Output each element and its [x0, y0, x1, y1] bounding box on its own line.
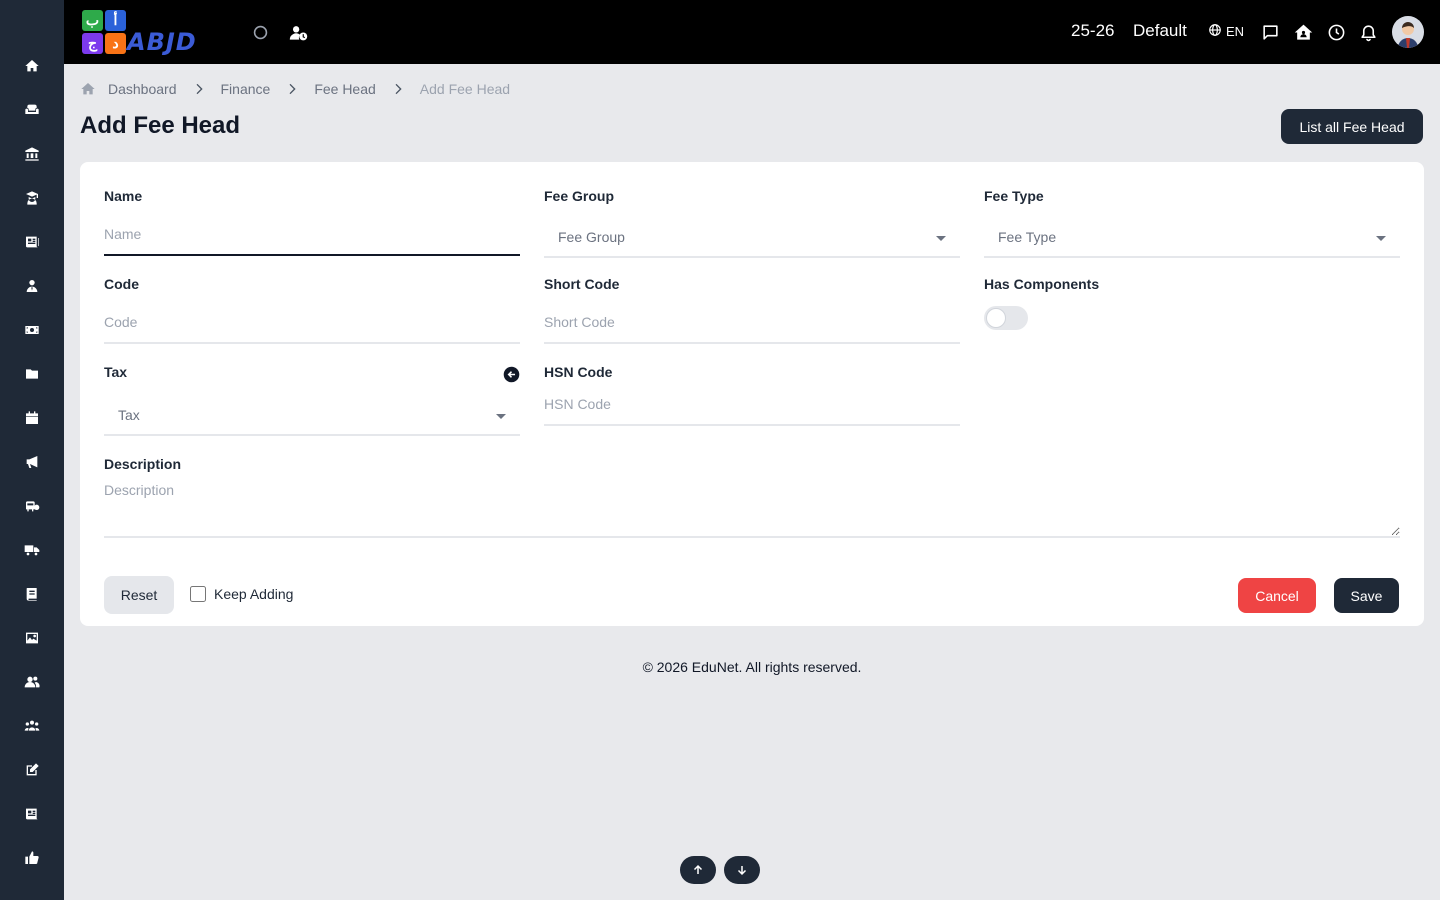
book-icon[interactable]: [22, 584, 42, 604]
bell-icon[interactable]: [1356, 20, 1380, 44]
tax-label: Tax: [104, 364, 128, 380]
people-group-icon[interactable]: [22, 716, 42, 736]
description-field: Description: [104, 456, 1400, 538]
arrow-left-circle-icon[interactable]: [503, 366, 520, 383]
circle-icon[interactable]: [248, 20, 272, 44]
fee-type-value: Fee Type: [998, 229, 1057, 245]
thumbs-up-icon[interactable]: [22, 848, 42, 868]
scroll-up-button[interactable]: [680, 856, 716, 884]
caret-down-icon: [936, 236, 946, 241]
tax-field: Tax Tax: [104, 364, 520, 436]
topbar: ب أ ج د ABJD 25-26 Default EN: [64, 0, 1440, 64]
name-input[interactable]: [104, 218, 520, 256]
has-components-field: Has Components: [984, 276, 1400, 330]
page-title: Add Fee Head: [80, 112, 241, 139]
folder-icon[interactable]: [22, 364, 42, 384]
image-icon[interactable]: [22, 628, 42, 648]
code-field: Code: [104, 276, 520, 344]
users-icon[interactable]: [22, 672, 42, 692]
has-components-label: Has Components: [984, 276, 1100, 292]
keep-adding-checkbox[interactable]: [190, 586, 206, 602]
hsn-code-label: HSN Code: [544, 364, 613, 380]
keep-adding-option[interactable]: Keep Adding: [190, 586, 293, 602]
user-tie-icon[interactable]: [22, 276, 42, 296]
calendar-icon[interactable]: [22, 408, 42, 428]
fee-group-select[interactable]: Fee Group: [544, 218, 960, 258]
description-label: Description: [104, 456, 182, 472]
breadcrumb-current: Add Fee Head: [419, 81, 511, 97]
chat-icon[interactable]: [1258, 20, 1282, 44]
clock-icon[interactable]: [1324, 20, 1348, 44]
description-textarea[interactable]: [104, 478, 1400, 538]
code-label: Code: [104, 276, 139, 292]
tax-value: Tax: [118, 407, 140, 423]
sofa-icon[interactable]: [22, 100, 42, 120]
app-logo[interactable]: ب أ ج د ABJD: [80, 8, 225, 56]
chevron-right-icon: [390, 81, 406, 97]
arrow-up-icon: [693, 864, 703, 874]
fee-type-select[interactable]: Fee Type: [984, 218, 1400, 258]
bus-icon[interactable]: [22, 496, 42, 516]
footer-copyright: © 2026 EduNet. All rights reserved.: [642, 659, 862, 675]
caret-down-icon: [1376, 236, 1386, 241]
list-all-fee-head-button[interactable]: List all Fee Head: [1281, 109, 1423, 144]
avatar-icon: [1392, 16, 1424, 48]
has-components-toggle[interactable]: [984, 306, 1028, 330]
globe-icon: [1208, 23, 1222, 40]
sidebar: [0, 0, 64, 900]
short-code-label: Short Code: [544, 276, 620, 292]
short-code-input[interactable]: [544, 306, 960, 344]
breadcrumb: Dashboard Finance Fee Head Add Fee Head: [80, 81, 510, 97]
fee-type-label: Fee Type: [984, 188, 1044, 204]
home-icon[interactable]: [22, 56, 42, 76]
breadcrumb-dashboard[interactable]: Dashboard: [108, 81, 177, 97]
keep-adding-label: Keep Adding: [214, 586, 294, 602]
house-user-icon[interactable]: [1291, 20, 1315, 44]
arrow-down-icon: [737, 866, 747, 876]
tax-select[interactable]: Tax: [104, 396, 520, 436]
short-code-field: Short Code: [544, 276, 960, 344]
megaphone-icon[interactable]: [22, 452, 42, 472]
name-field: Name: [104, 188, 520, 256]
hsn-code-input[interactable]: [544, 388, 960, 426]
fee-head-form: Name Fee Group Fee Group Fee Type Fee Ty…: [80, 162, 1424, 626]
logo-tile: د: [105, 33, 126, 54]
bank-icon[interactable]: [22, 144, 42, 164]
scroll-down-button[interactable]: [724, 856, 760, 884]
toggle-knob: [986, 308, 1006, 328]
session-selector[interactable]: 25-26: [1071, 21, 1114, 41]
chevron-right-icon: [284, 81, 300, 97]
newspaper-icon[interactable]: [22, 804, 42, 824]
name-label: Name: [104, 188, 143, 204]
truck-icon[interactable]: [22, 540, 42, 560]
reset-button[interactable]: Reset: [104, 576, 174, 614]
fee-group-label: Fee Group: [544, 188, 615, 204]
logo-text: ABJD: [127, 28, 197, 56]
graduate-icon[interactable]: [22, 188, 42, 208]
edit-icon[interactable]: [22, 760, 42, 780]
fee-group-value: Fee Group: [558, 229, 625, 245]
branch-selector[interactable]: Default: [1133, 21, 1187, 41]
user-avatar[interactable]: [1392, 16, 1424, 48]
cancel-button[interactable]: Cancel: [1238, 578, 1316, 613]
logo-tile: ج: [82, 33, 103, 54]
home-icon[interactable]: [80, 81, 96, 97]
breadcrumb-fee-head[interactable]: Fee Head: [314, 81, 375, 97]
hsn-code-field: HSN Code: [544, 364, 960, 426]
breadcrumb-finance[interactable]: Finance: [221, 81, 271, 97]
logo-tile: ب: [82, 10, 103, 31]
fee-group-field: Fee Group Fee Group: [544, 188, 960, 258]
language-label: EN: [1226, 24, 1245, 39]
save-button[interactable]: Save: [1334, 578, 1399, 613]
money-icon[interactable]: [22, 320, 42, 340]
fee-type-field: Fee Type Fee Type: [984, 188, 1400, 258]
user-clock-icon[interactable]: [286, 20, 310, 44]
caret-down-icon: [496, 414, 506, 419]
logo-tile: أ: [105, 10, 126, 31]
code-input[interactable]: [104, 306, 520, 344]
news-icon[interactable]: [22, 232, 42, 252]
chevron-right-icon: [191, 81, 207, 97]
language-selector[interactable]: EN: [1208, 23, 1244, 40]
